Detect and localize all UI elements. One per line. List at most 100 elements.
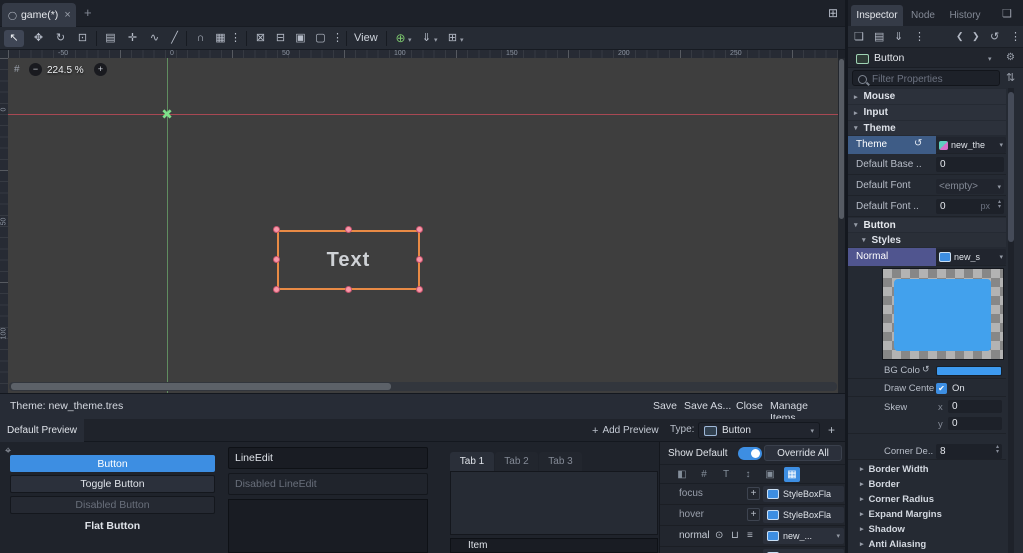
- override-all-button[interactable]: Override All: [764, 445, 842, 461]
- section-expand-margins[interactable]: ▸ Expand Margins: [848, 507, 1006, 521]
- chevron-down-icon[interactable]: ▾: [460, 36, 464, 44]
- section-button[interactable]: ▾ Button: [848, 218, 1006, 232]
- scale-tool-button[interactable]: ⊡: [74, 30, 91, 47]
- smart-snap-button[interactable]: ∩: [192, 30, 209, 47]
- filter-input-box[interactable]: [852, 70, 1000, 86]
- snap-options-menu[interactable]: ⋮: [230, 30, 241, 47]
- selection-handle[interactable]: [416, 226, 423, 233]
- skew-x-field[interactable]: 0: [948, 400, 1002, 413]
- section-mouse[interactable]: ▸ Mouse: [848, 89, 1006, 104]
- zoom-level-label[interactable]: 224.5 %: [47, 65, 84, 76]
- unlock-button[interactable]: ⊟: [272, 30, 289, 47]
- tab-node[interactable]: Node: [905, 5, 941, 26]
- section-border-width[interactable]: ▸ Border Width: [848, 462, 1006, 476]
- select-tool-button[interactable]: ↖: [4, 30, 24, 47]
- spin-down-icon[interactable]: ▾: [996, 449, 999, 455]
- save-as-button[interactable]: Save As...: [684, 400, 731, 412]
- section-anti-aliasing[interactable]: ▸ Anti Aliasing: [848, 537, 1006, 551]
- stylebox-value-chip[interactable]: StyleBoxFla: [763, 486, 844, 502]
- load-resource-icon[interactable]: ▤: [874, 30, 884, 43]
- selection-handle[interactable]: [273, 256, 280, 263]
- preview-flat-button[interactable]: Flat Button: [10, 517, 215, 535]
- view-menu-button[interactable]: View: [354, 32, 378, 44]
- bucket-icon[interactable]: ⊔: [731, 530, 739, 541]
- viewport[interactable]: [8, 50, 838, 58]
- resource-menu-icon[interactable]: ⋮: [914, 30, 925, 43]
- distraction-free-icon[interactable]: ⊞: [828, 6, 838, 20]
- history-icon[interactable]: ↺: [990, 30, 999, 43]
- grid-toggle-icon[interactable]: #: [14, 64, 20, 75]
- preview-tab-3[interactable]: Tab 3: [539, 452, 582, 471]
- icon-type-tab[interactable]: ▣: [762, 467, 778, 482]
- preview-textedit[interactable]: [228, 499, 428, 553]
- grid-snap-button[interactable]: ▦: [212, 30, 229, 47]
- object-menu-icon[interactable]: ⋮: [1010, 30, 1021, 43]
- chevron-down-icon[interactable]: ▾: [408, 36, 412, 44]
- tab-history[interactable]: History: [943, 5, 987, 26]
- section-styles[interactable]: ▾ Styles: [848, 233, 1006, 247]
- selection-handle[interactable]: [273, 226, 280, 233]
- selection-handle[interactable]: [345, 226, 352, 233]
- ungroup-button[interactable]: ▢: [312, 30, 329, 47]
- zoom-out-button[interactable]: −: [29, 63, 42, 76]
- selection-handle[interactable]: [345, 286, 352, 293]
- menu-icon[interactable]: ≡: [747, 530, 753, 541]
- back-icon[interactable]: ❮: [956, 31, 964, 42]
- theme-resource-dropdown[interactable]: new_the ▾: [936, 137, 1006, 153]
- preview-toggle-button[interactable]: Toggle Button: [10, 475, 215, 493]
- color-type-tab[interactable]: ◧: [674, 467, 690, 482]
- section-theme[interactable]: ▾ Theme: [848, 121, 1006, 135]
- section-border[interactable]: ▸ Border: [848, 477, 1006, 491]
- list-select-button[interactable]: ▤: [102, 30, 119, 47]
- stylebox-value-chip[interactable]: StyleBoxFla: [763, 549, 844, 553]
- spinner-arrows[interactable]: ▴ ▾: [998, 199, 1001, 210]
- spin-down-icon[interactable]: ▾: [998, 204, 1001, 210]
- type-dropdown[interactable]: Button ▾: [698, 422, 820, 439]
- number-field[interactable]: 0: [936, 157, 1004, 172]
- stylebox-resource-dropdown[interactable]: new_s ▾: [936, 249, 1006, 265]
- close-button[interactable]: Close: [736, 400, 763, 412]
- save-button[interactable]: Save: [653, 400, 677, 412]
- v-scrollbar-thumb[interactable]: [839, 59, 844, 219]
- ruler-tool-button[interactable]: ╱: [166, 30, 183, 47]
- anchor-overlay-button[interactable]: ⇓: [418, 30, 435, 47]
- pivot-tool-button[interactable]: ✛: [124, 30, 141, 47]
- save-resource-icon[interactable]: ⇓: [894, 30, 903, 43]
- group-button[interactable]: ▣: [292, 30, 309, 47]
- selected-control[interactable]: Text: [277, 230, 420, 290]
- selection-handle[interactable]: [273, 286, 280, 293]
- font-dropdown[interactable]: <empty> ▾: [936, 179, 1004, 194]
- add-scene-tab-button[interactable]: +: [84, 5, 92, 20]
- object-selector-row[interactable]: Button ▾ ⚙: [848, 48, 1023, 68]
- origin-gizmo-icon[interactable]: ✚: [156, 103, 179, 126]
- canvas-viewport[interactable]: ✚ # − 224.5 % + Text: [8, 58, 838, 393]
- panel-menu-icon[interactable]: ❏: [1002, 7, 1012, 20]
- font-size-type-tab[interactable]: ↕: [740, 467, 756, 482]
- zoom-in-button[interactable]: +: [94, 63, 107, 76]
- selection-handle[interactable]: [416, 256, 423, 263]
- object-extra-icon[interactable]: ⚙: [1006, 52, 1015, 63]
- forward-icon[interactable]: ❯: [972, 31, 980, 42]
- stylebox-value-chip[interactable]: StyleBoxFla: [763, 507, 844, 523]
- revert-icon[interactable]: ↺: [914, 138, 922, 149]
- add-override-button[interactable]: +: [747, 487, 760, 500]
- skew-y-field[interactable]: 0: [948, 417, 1002, 430]
- spin-field[interactable]: 8 ▴ ▾: [936, 444, 1002, 459]
- filter-sort-icon[interactable]: ⇅: [1006, 71, 1015, 84]
- font-type-tab[interactable]: T: [718, 467, 734, 482]
- tab-inspector[interactable]: Inspector: [851, 5, 903, 26]
- close-icon[interactable]: ×: [64, 9, 70, 21]
- revert-icon[interactable]: ↺: [922, 364, 930, 375]
- selection-handle[interactable]: [416, 286, 423, 293]
- preview-tab-2[interactable]: Tab 2: [495, 452, 538, 471]
- lock-button[interactable]: ⊠: [252, 30, 269, 47]
- skeleton-options-menu[interactable]: ⋮: [332, 30, 343, 47]
- inspector-scrollbar-thumb[interactable]: [1008, 92, 1014, 242]
- filter-properties-input[interactable]: [870, 72, 999, 86]
- show-default-toggle[interactable]: [738, 447, 762, 460]
- preview-button[interactable]: Button: [10, 455, 215, 472]
- chevron-down-icon[interactable]: ▾: [988, 55, 992, 63]
- chevron-down-icon[interactable]: ▾: [434, 36, 438, 44]
- pan-tool-button[interactable]: ∿: [146, 30, 163, 47]
- spin-field[interactable]: 0 px ▴ ▾: [936, 199, 1004, 214]
